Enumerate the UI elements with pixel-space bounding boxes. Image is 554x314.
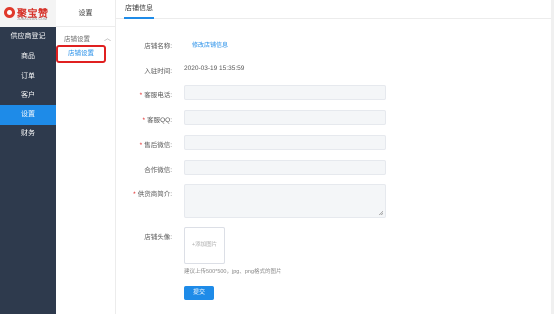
sidebar-item-customers[interactable]: 客户	[0, 86, 56, 106]
partner-wechat-input[interactable]	[184, 160, 386, 175]
brand-subtitle: JUBAOZAN.COM	[17, 17, 48, 21]
main-content: 店铺信息 店铺名称: 修改店铺信息 入驻时间: 2020-03-19 15:35…	[116, 0, 554, 314]
logo-icon	[4, 7, 15, 18]
shop-name-label: 店铺名称:	[144, 43, 172, 50]
tab-bar: 店铺信息	[116, 0, 554, 19]
avatar-upload-button[interactable]: +添加图片	[184, 227, 225, 264]
submenu-item-shop-settings[interactable]: 店铺设置	[56, 45, 106, 63]
required-mark: *	[142, 117, 146, 124]
main-sidebar: 聚宝赞 JUBAOZAN.COM 供应商登记 商品 订单 客户 设置 财务	[0, 0, 56, 314]
service-phone-input[interactable]	[184, 85, 386, 100]
partner-wechat-label: 合作微信:	[144, 167, 172, 174]
brand-logo[interactable]: 聚宝赞 JUBAOZAN.COM	[0, 0, 56, 27]
service-qq-label: * 客服QQ:	[142, 117, 172, 124]
supplier-intro-textarea[interactable]	[184, 184, 386, 218]
join-time-value: 2020-03-19 15:35:59	[184, 65, 245, 72]
supplier-intro-label: * 供货商简介:	[133, 191, 172, 198]
submenu-group-label: 店铺设置	[64, 36, 90, 43]
aftersale-wechat-label: * 售后微信:	[139, 142, 172, 149]
tab-shop-info[interactable]: 店铺信息	[124, 0, 154, 19]
service-qq-input[interactable]	[184, 110, 386, 125]
sidebar-item-products[interactable]: 商品	[0, 47, 56, 67]
resize-handle-icon[interactable]	[378, 210, 383, 215]
sidebar-item-settings[interactable]: 设置	[0, 105, 56, 125]
aftersale-wechat-input[interactable]	[184, 135, 386, 150]
avatar-upload-hint: 建议上传500*500，jpg、png格式的图片	[184, 269, 282, 275]
required-mark: *	[133, 191, 136, 198]
required-mark: *	[139, 142, 143, 149]
submit-button[interactable]: 提交	[184, 286, 214, 300]
required-mark: *	[139, 92, 143, 99]
shop-avatar-label: 店铺头像:	[144, 234, 172, 241]
submenu-title: 设置	[56, 0, 115, 27]
sidebar-item-supplier-registration[interactable]: 供应商登记	[0, 27, 56, 47]
edit-shop-info-link[interactable]: 修改店铺信息	[192, 40, 228, 49]
join-time-label: 入驻时间:	[144, 68, 172, 75]
service-phone-label: * 客服电话:	[139, 92, 172, 99]
sidebar-item-orders[interactable]: 订单	[0, 67, 56, 87]
sidebar-item-finance[interactable]: 财务	[0, 124, 56, 144]
